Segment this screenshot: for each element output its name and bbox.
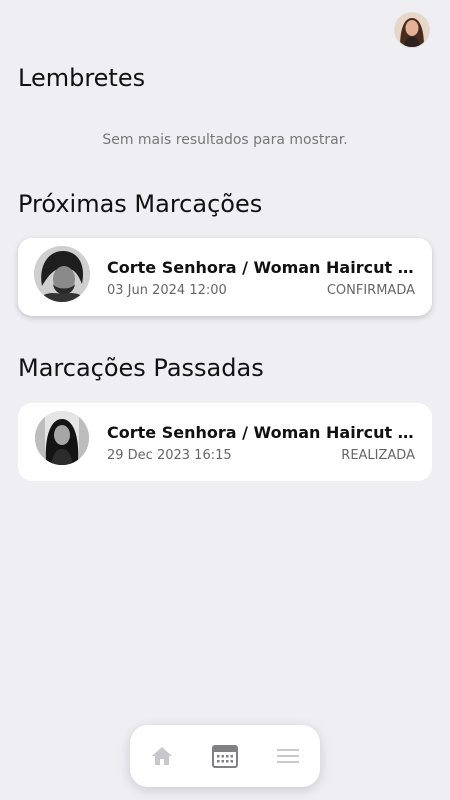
calendar-icon [211, 745, 238, 768]
past-title: Marcações Passadas [18, 354, 264, 382]
bottom-nav [130, 725, 320, 787]
reminders-empty-message: Sem mais resultados para mostrar. [102, 132, 348, 148]
appointment-date: 03 Jun 2024 12:00 [107, 283, 227, 298]
nav-menu-button[interactable] [256, 725, 319, 787]
profile-avatar[interactable] [394, 12, 430, 48]
appointment-service: Corte Senhora / Woman Haircut @F... [107, 423, 415, 442]
appointment-status: CONFIRMADA [326, 283, 415, 298]
appointment-status: REALIZADA [341, 448, 415, 463]
nav-calendar-button[interactable] [193, 725, 256, 787]
reminders-title: Lembretes [18, 64, 146, 92]
nav-home-button[interactable] [130, 725, 193, 787]
past-appointment-card[interactable]: Corte Senhora / Woman Haircut @F... 29 D… [18, 403, 432, 481]
profile-avatar-image [395, 13, 429, 47]
appointment-service: Corte Senhora / Woman Haircut @F... [107, 258, 415, 277]
staff-avatar [34, 246, 90, 302]
staff-avatar-image [35, 411, 89, 465]
staff-avatar-image [34, 246, 90, 302]
home-icon [151, 747, 172, 765]
upcoming-title: Próximas Marcações [18, 190, 263, 218]
appointment-date: 29 Dec 2023 16:15 [107, 448, 232, 463]
upcoming-appointment-card[interactable]: Corte Senhora / Woman Haircut @F... 03 J… [18, 238, 432, 316]
staff-avatar [35, 411, 89, 465]
menu-icon [276, 749, 299, 763]
